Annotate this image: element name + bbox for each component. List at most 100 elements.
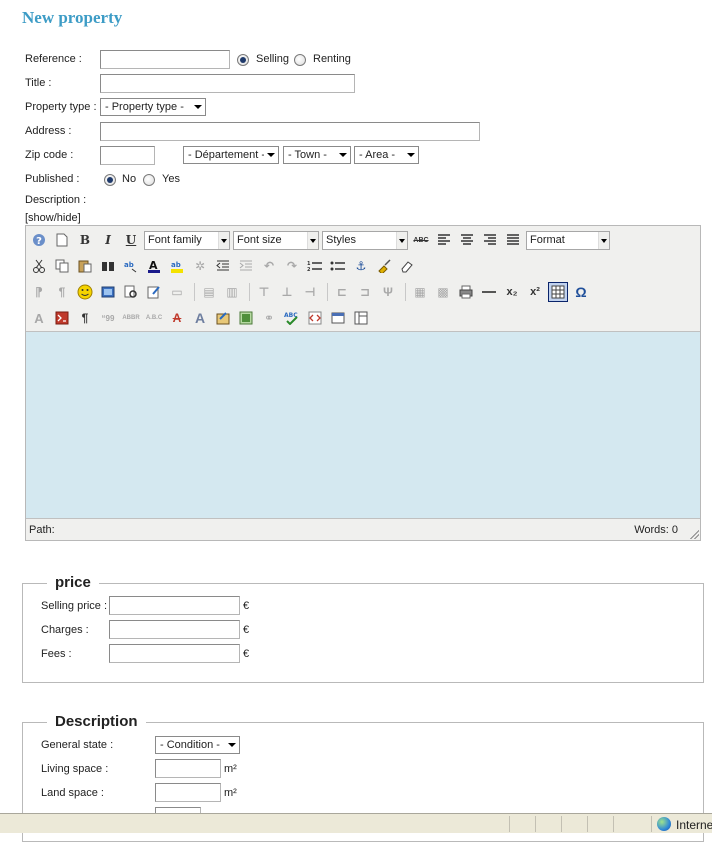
rtl-icon[interactable]: ¶ — [52, 282, 72, 302]
editor-content-area[interactable] — [26, 331, 700, 519]
bullet-list-icon[interactable] — [328, 256, 348, 276]
special-char-button[interactable]: Ω — [571, 282, 591, 302]
bold-button[interactable]: B — [75, 230, 95, 250]
indent-icon[interactable] — [236, 256, 256, 276]
fees-input[interactable] — [109, 644, 240, 663]
font-family-value: Font family — [148, 233, 202, 246]
address-input[interactable] — [100, 122, 480, 141]
anchor-icon[interactable]: ⚓ — [351, 256, 371, 276]
text-color-icon[interactable]: A — [144, 256, 164, 276]
numbered-list-icon[interactable]: 12 — [305, 256, 325, 276]
cell-props-icon[interactable]: ▥ — [222, 282, 242, 302]
ltr-icon[interactable]: ⁋ — [29, 282, 49, 302]
chevron-down-icon — [218, 231, 229, 249]
abbr-icon[interactable]: ABBR — [121, 308, 141, 328]
template-icon[interactable] — [351, 308, 371, 328]
property-type-select[interactable]: - Property type - — [100, 98, 206, 116]
cut-icon[interactable] — [29, 256, 49, 276]
insert-col-after-icon[interactable]: ⊐ — [355, 282, 375, 302]
pdf-icon[interactable] — [52, 308, 72, 328]
row-props-icon[interactable]: ▤ — [199, 282, 219, 302]
town-select[interactable]: - Town - — [283, 146, 351, 164]
insert-row-after-icon[interactable]: ⊥ — [277, 282, 297, 302]
insert-layer-icon[interactable]: ▭ — [167, 282, 187, 302]
spellcheck-icon[interactable]: ABC — [282, 308, 302, 328]
font-family-select[interactable]: Font family — [144, 230, 230, 250]
replace-icon[interactable]: ab — [121, 256, 141, 276]
statusbar-separator — [613, 816, 614, 832]
table-icon[interactable] — [548, 282, 568, 302]
merge-cells-icon[interactable]: ▩ — [433, 282, 453, 302]
charges-input[interactable] — [109, 620, 240, 639]
zip-input[interactable] — [100, 146, 155, 165]
font-size-select[interactable]: Font size — [233, 230, 319, 250]
insert-row-before-icon[interactable]: ⊤ — [254, 282, 274, 302]
selling-price-input[interactable] — [109, 596, 240, 615]
browser-status-bar: Interne — [0, 813, 712, 833]
html-source-icon[interactable] — [305, 308, 325, 328]
insert-col-before-icon[interactable]: ⊏ — [332, 282, 352, 302]
subscript-button[interactable]: x₂ — [502, 282, 522, 302]
svg-text:?: ? — [36, 236, 42, 247]
underline-button[interactable]: U — [121, 230, 141, 250]
renting-radio[interactable] — [294, 54, 306, 66]
area-select[interactable]: - Area - — [354, 146, 419, 164]
undo-icon[interactable]: ↶ — [259, 256, 279, 276]
area-unit: m² — [224, 763, 237, 775]
align-right-icon[interactable] — [480, 230, 500, 250]
highlight-color-icon[interactable]: ab — [167, 256, 187, 276]
department-select[interactable]: - Département - — [183, 146, 279, 164]
find-icon[interactable] — [98, 256, 118, 276]
styles-select[interactable]: Styles — [322, 230, 408, 250]
align-left-icon[interactable] — [434, 230, 454, 250]
help-icon[interactable]: ? — [29, 230, 49, 250]
toolbar-row-4: A ¶ “99 ABBR A.B.C A A ⚭ ABC — [29, 306, 374, 330]
cleanup-icon[interactable]: ✲ — [190, 256, 210, 276]
redo-icon[interactable]: ↷ — [282, 256, 302, 276]
superscript-button[interactable]: x² — [525, 282, 545, 302]
delete-row-icon[interactable]: ⊣ — [300, 282, 320, 302]
published-no-radio[interactable] — [104, 174, 116, 186]
new-document-icon[interactable] — [52, 230, 72, 250]
align-justify-icon[interactable] — [503, 230, 523, 250]
title-input[interactable] — [100, 74, 355, 93]
print-icon[interactable] — [456, 282, 476, 302]
land-space-input[interactable] — [155, 783, 221, 802]
published-yes-radio[interactable] — [143, 174, 155, 186]
eraser-icon[interactable] — [397, 256, 417, 276]
outdent-icon[interactable] — [213, 256, 233, 276]
edit-icon[interactable] — [144, 282, 164, 302]
align-center-icon[interactable] — [457, 230, 477, 250]
show-hide-link[interactable]: [show/hide] — [25, 212, 81, 224]
published-yes-label: Yes — [162, 173, 180, 185]
cite-icon[interactable]: “99 — [98, 308, 118, 328]
acronym-icon[interactable]: A.B.C — [144, 308, 164, 328]
toolbar-separator — [405, 283, 406, 301]
deletion-icon[interactable]: A — [167, 308, 187, 328]
resize-grip-icon[interactable] — [689, 529, 699, 539]
media-icon[interactable] — [98, 282, 118, 302]
paste-icon[interactable] — [75, 256, 95, 276]
image-icon[interactable] — [236, 308, 256, 328]
insertion-icon[interactable]: A — [190, 308, 210, 328]
copy-icon[interactable] — [52, 256, 72, 276]
emoticon-icon[interactable] — [75, 282, 95, 302]
horizontal-rule-icon[interactable] — [479, 282, 499, 302]
selling-radio[interactable] — [237, 54, 249, 66]
format-select[interactable]: Format — [526, 230, 610, 250]
delete-col-icon[interactable]: Ψ — [378, 282, 398, 302]
living-space-input[interactable] — [155, 759, 221, 778]
preview-icon[interactable] — [121, 282, 141, 302]
strikethrough-button[interactable]: ABC — [411, 230, 431, 250]
attribs-icon[interactable] — [213, 308, 233, 328]
chevron-down-icon — [598, 231, 609, 249]
condition-select[interactable]: - Condition - — [155, 736, 240, 754]
style-props-icon[interactable]: A — [29, 308, 49, 328]
reference-input[interactable] — [100, 50, 230, 69]
split-cells-icon[interactable]: ▦ — [410, 282, 430, 302]
fullscreen-icon[interactable] — [328, 308, 348, 328]
italic-button[interactable]: I — [98, 230, 118, 250]
visual-chars-button[interactable]: ¶ — [75, 308, 95, 328]
broom-icon[interactable] — [374, 256, 394, 276]
unlink-icon[interactable]: ⚭ — [259, 308, 279, 328]
